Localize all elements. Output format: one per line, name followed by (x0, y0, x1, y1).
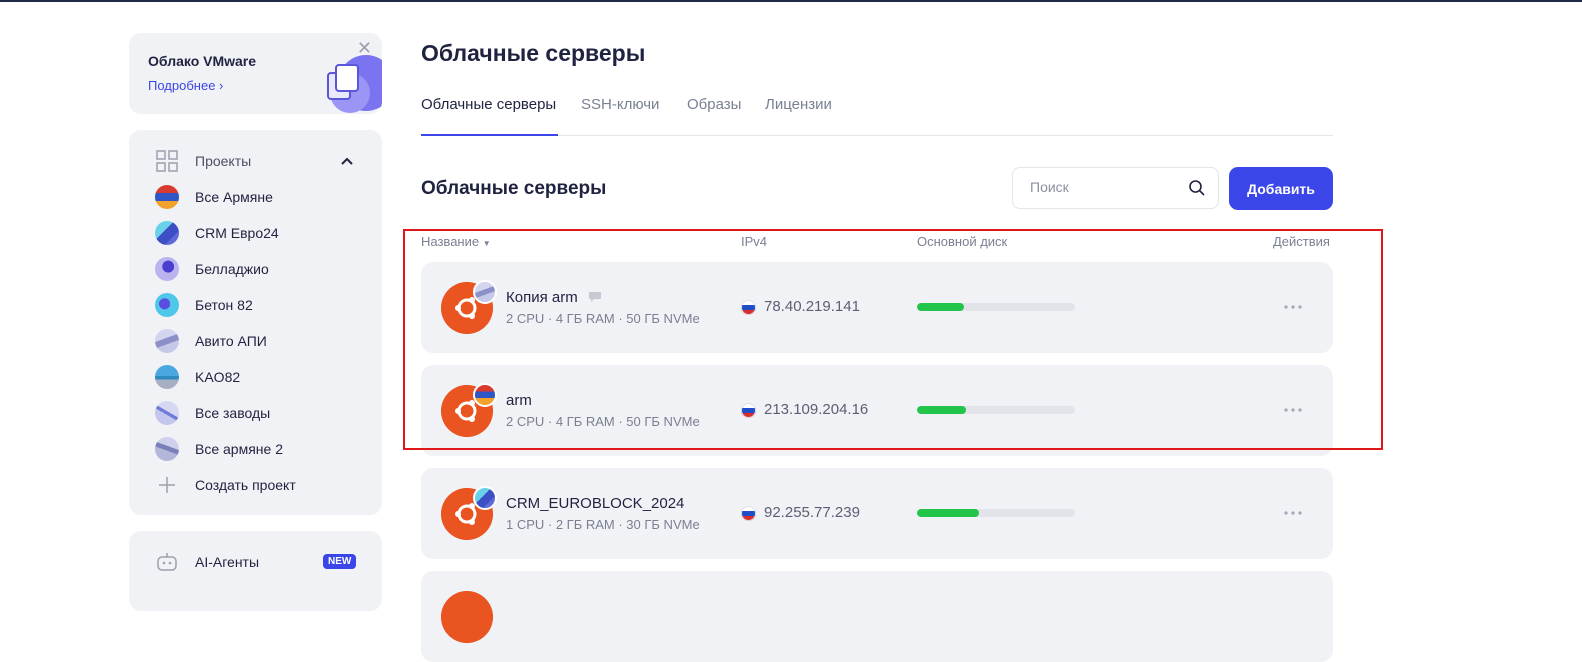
project-label: Белладжио (195, 261, 269, 277)
promo-more-label: Подробнее (148, 78, 216, 93)
disk-usage-bar (917, 509, 1075, 517)
project-avatar (155, 329, 179, 353)
chevron-up-icon[interactable] (339, 154, 355, 168)
project-badge-icon (473, 486, 497, 510)
robot-icon (157, 553, 177, 571)
more-actions-icon[interactable] (1283, 506, 1303, 520)
server-row[interactable] (421, 571, 1333, 662)
search-box (1012, 167, 1219, 209)
tab-bar: Облачные серверы SSH-ключи Образы Лиценз… (421, 96, 1333, 136)
tab-cloud-servers[interactable]: Облачные серверы (421, 96, 558, 136)
project-avatar (155, 257, 179, 281)
ai-agents-item[interactable]: AI-Агенты (155, 549, 259, 575)
projects-header-label: Проекты (195, 153, 252, 169)
project-avatar (155, 437, 179, 461)
create-project-label: Создать проект (195, 477, 296, 493)
project-item-belladzhio[interactable]: Белладжио (155, 256, 269, 282)
page-title: Облачные серверы (421, 40, 646, 66)
tab-licenses[interactable]: Лицензии (765, 96, 832, 134)
project-avatar (155, 221, 179, 245)
project-label: Все армяне 2 (195, 441, 283, 457)
project-label: Все Армяне (195, 189, 273, 205)
promo-more-link[interactable]: Подробнее › (148, 78, 223, 93)
add-server-button[interactable]: Добавить (1229, 167, 1333, 210)
promo-title: Облако VMware (148, 53, 257, 69)
create-project-button[interactable]: Создать проект (155, 472, 296, 498)
project-item-vse-armyane-2[interactable]: Все армяне 2 (155, 436, 283, 462)
russia-flag-icon (741, 506, 756, 521)
top-border (0, 0, 1582, 2)
projects-header[interactable]: Проекты (155, 148, 251, 174)
project-avatar (155, 293, 179, 317)
projects-panel: Проекты Все Армяне CRM Евро24 Белладжио … (129, 130, 382, 515)
server-row[interactable]: CRM_EUROBLOCK_2024 1 CPU · 2 ГБ RAM · 30… (421, 468, 1333, 559)
tab-images[interactable]: Образы (687, 96, 741, 134)
plus-icon (159, 477, 175, 493)
project-avatar (155, 401, 179, 425)
vmware-promo-card[interactable]: Облако VMware Подробнее › ✕ (129, 33, 382, 114)
chevron-right-icon: › (219, 78, 224, 93)
project-item-beton82[interactable]: Бетон 82 (155, 292, 253, 318)
project-avatar (155, 365, 179, 389)
server-spec: 1 CPU · 2 ГБ RAM · 30 ГБ NVMe (506, 517, 700, 532)
project-label: Все заводы (195, 405, 271, 421)
ai-agents-label: AI-Агенты (195, 554, 260, 570)
grid-icon (156, 150, 178, 172)
server-name: CRM_EUROBLOCK_2024 (506, 495, 685, 512)
project-label: CRM Евро24 (195, 225, 279, 241)
tab-ssh-keys[interactable]: SSH-ключи (581, 96, 659, 134)
project-item-vse-zavody[interactable]: Все заводы (155, 400, 270, 426)
project-item-vse-armyane[interactable]: Все Армяне (155, 184, 273, 210)
disk-usage-fill (917, 509, 979, 517)
selection-highlight (403, 229, 1383, 450)
project-item-crm-evro24[interactable]: CRM Евро24 (155, 220, 279, 246)
project-avatar (155, 185, 179, 209)
project-label: Авито АПИ (195, 333, 267, 349)
project-item-kao82[interactable]: KAO82 (155, 364, 240, 390)
server-ip[interactable]: 92.255.77.239 (764, 504, 860, 521)
ai-agents-panel: AI-Агенты NEW (129, 531, 382, 611)
project-label: Бетон 82 (195, 297, 253, 313)
section-title: Облачные серверы (421, 178, 607, 199)
project-label: KAO82 (195, 369, 241, 385)
search-icon[interactable] (1188, 179, 1206, 197)
ubuntu-icon (441, 591, 493, 643)
vmware-cloud-illustration (327, 55, 382, 113)
new-badge: NEW (323, 554, 357, 569)
project-item-avito-api[interactable]: Авито АПИ (155, 328, 267, 354)
search-input[interactable] (1028, 178, 1182, 196)
